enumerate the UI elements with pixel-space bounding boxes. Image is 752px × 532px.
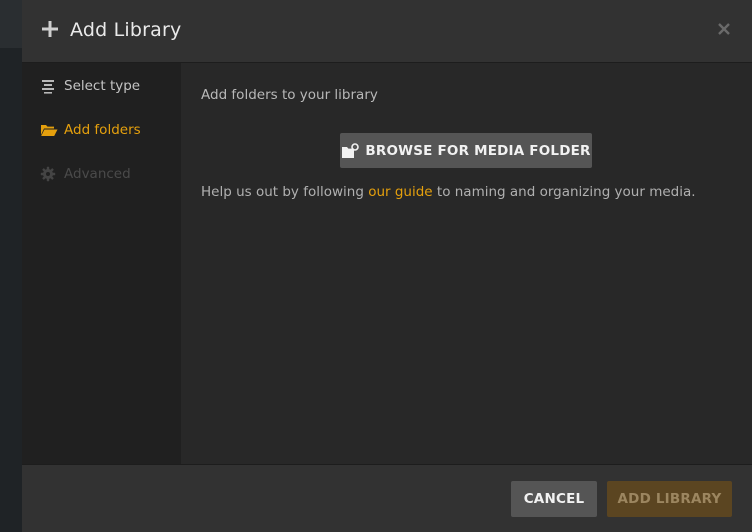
folder-open-icon	[40, 122, 58, 138]
backdrop-topbar	[0, 0, 22, 48]
sidebar-item-add-folders[interactable]: Add folders	[40, 119, 141, 141]
add-library-dialog: Add Library Select type Add folders Adva…	[22, 0, 752, 532]
content-heading: Add folders to your library	[201, 87, 378, 103]
cancel-button[interactable]: CANCEL	[511, 481, 597, 517]
gear-icon	[40, 166, 56, 182]
close-icon[interactable]	[716, 21, 732, 37]
dialog-title: Add Library	[70, 19, 182, 41]
list-icon	[40, 78, 56, 94]
add-library-button[interactable]: ADD LIBRARY	[607, 481, 732, 517]
folder-add-icon	[341, 142, 360, 159]
steps-sidebar: Select type Add folders Advanced	[22, 63, 181, 464]
help-text: Help us out by following our guide to na…	[201, 184, 696, 200]
help-text-suffix: to naming and organizing your media.	[432, 184, 696, 200]
plus-icon	[40, 19, 60, 39]
sidebar-item-label: Advanced	[64, 166, 131, 182]
browse-media-folder-button[interactable]: BROWSE FOR MEDIA FOLDER	[340, 133, 592, 168]
sidebar-item-advanced: Advanced	[40, 163, 131, 185]
browse-button-label: BROWSE FOR MEDIA FOLDER	[365, 142, 591, 159]
help-text-prefix: Help us out by following	[201, 184, 369, 200]
sidebar-item-select-type[interactable]: Select type	[40, 75, 140, 97]
guide-link[interactable]: our guide	[368, 184, 432, 200]
dialog-header: Add Library	[22, 0, 752, 63]
dialog-footer: CANCEL ADD LIBRARY	[22, 464, 752, 532]
sidebar-item-label: Select type	[64, 78, 141, 94]
dialog-content: Add folders to your library BROWSE FOR M…	[181, 63, 752, 464]
sidebar-item-label: Add folders	[64, 122, 141, 138]
